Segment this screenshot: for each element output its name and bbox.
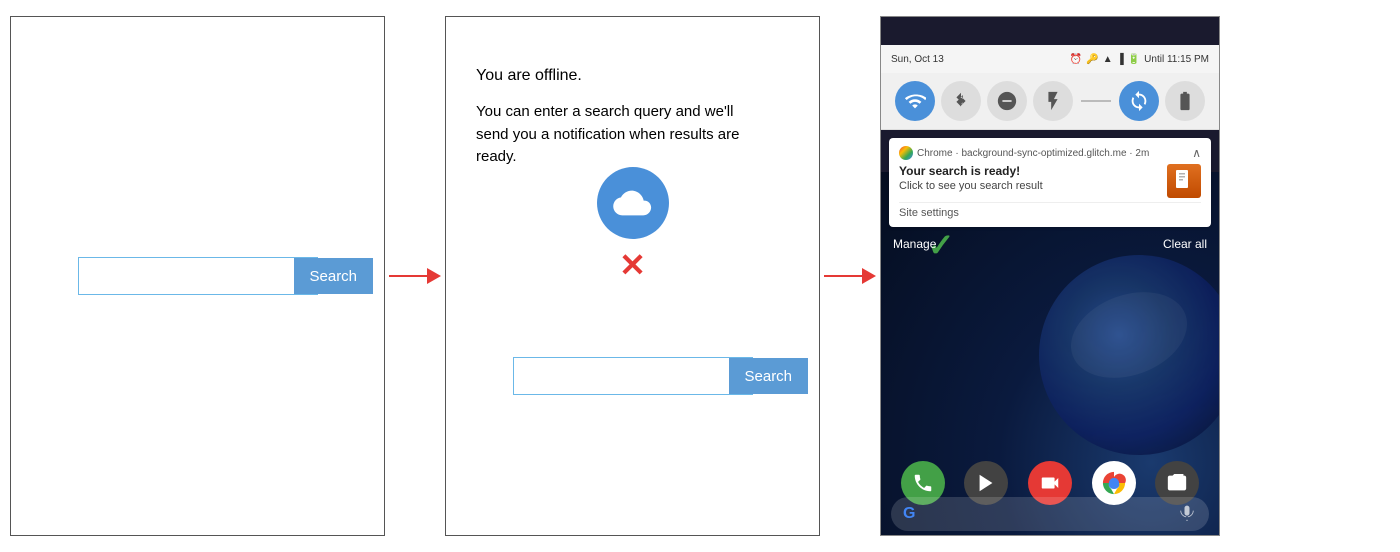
google-search-bar[interactable]: G [891, 497, 1209, 531]
search-input-1[interactable] [79, 258, 294, 294]
notif-header: Chrome · background-sync-optimized.glitc… [899, 146, 1201, 160]
panel-android: ✓ Sun, Oct 13 ⏰ 🔑 ▲ ▐ 🔋 Until 11:15 PM [880, 16, 1220, 536]
qs-sync-btn[interactable] [1119, 81, 1159, 121]
wifi-icon: ▲ [1103, 54, 1113, 65]
qs-dnd-btn[interactable] [987, 81, 1027, 121]
offline-text-block: You are offline. You can enter a search … [476, 67, 799, 169]
notif-content-row: Your search is ready! Click to see you s… [899, 164, 1201, 198]
search-bar-2: Search [513, 357, 753, 395]
notif-source: Chrome · background-sync-optimized.glitc… [917, 148, 1149, 159]
main-container: Search You are offline. You can enter a … [0, 0, 1400, 552]
arrow-shape-2 [824, 268, 876, 284]
signal-icon: ▐ [1117, 54, 1124, 65]
arrow-line-2 [824, 275, 862, 278]
notif-app-icon [1167, 164, 1201, 198]
qs-wifi-btn[interactable] [895, 81, 935, 121]
notif-text-block: Your search is ready! Click to see you s… [899, 164, 1043, 192]
arrow-head-1 [427, 268, 441, 284]
panel-offline-inner: You are offline. You can enter a search … [466, 37, 799, 515]
quick-settings-row [881, 73, 1219, 130]
google-g-letter: G [903, 505, 915, 523]
clear-all-button[interactable]: Clear all [1163, 237, 1207, 251]
status-time: Until 11:15 PM [1144, 54, 1209, 65]
qs-battery-btn[interactable] [1165, 81, 1205, 121]
notif-header-left: Chrome · background-sync-optimized.glitc… [899, 146, 1149, 160]
arrow-2 [820, 268, 880, 284]
search-input-2[interactable] [514, 358, 729, 394]
search-button-2[interactable]: Search [729, 358, 809, 394]
arrow-head-2 [862, 268, 876, 284]
qs-bluetooth-btn[interactable] [941, 81, 981, 121]
alarm-icon: ⏰ [1070, 54, 1082, 65]
cloud-icon-offline [597, 167, 669, 239]
notification-overlay: Sun, Oct 13 ⏰ 🔑 ▲ ▐ 🔋 Until 11:15 PM [881, 45, 1219, 257]
arrow-shape-1 [389, 268, 441, 284]
cloud-svg-offline [612, 189, 654, 217]
notif-body: Click to see you search result [899, 180, 1043, 192]
offline-title: You are offline. [476, 67, 799, 85]
panel-online: Search [10, 16, 385, 536]
x-mark-icon: ✕ [619, 249, 646, 281]
notification-card[interactable]: Chrome · background-sync-optimized.glitc… [889, 138, 1211, 227]
status-right: ⏰ 🔑 ▲ ▐ 🔋 Until 11:15 PM [1070, 54, 1209, 65]
panel2-search-area: Search [513, 357, 753, 395]
offline-desc: You can enter a search query and we'll s… [476, 101, 756, 169]
vpn-icon: 🔑 [1086, 54, 1098, 65]
qs-divider [1081, 100, 1111, 102]
search-bar-1: Search [78, 257, 318, 295]
arrow-1 [385, 268, 445, 284]
qs-flashlight-btn[interactable] [1033, 81, 1073, 121]
arrow-line-1 [389, 275, 427, 278]
earth-visual [1039, 255, 1220, 455]
status-date: Sun, Oct 13 [891, 54, 944, 65]
manage-row: Manage Clear all [881, 231, 1219, 257]
battery-icon: 🔋 [1128, 54, 1140, 65]
notif-chevron-icon[interactable]: ∧ [1192, 146, 1201, 160]
google-mic-icon[interactable] [1177, 504, 1197, 524]
site-settings-link[interactable]: Site settings [899, 202, 1201, 219]
panel-offline: You are offline. You can enter a search … [445, 16, 820, 536]
status-bar: Sun, Oct 13 ⏰ 🔑 ▲ ▐ 🔋 Until 11:15 PM [881, 45, 1219, 73]
manage-button[interactable]: Manage [893, 237, 936, 251]
chrome-icon [899, 146, 913, 160]
panel2-cloud-area: ✕ [597, 167, 669, 281]
notif-title: Your search is ready! [899, 164, 1043, 178]
search-button-1[interactable]: Search [294, 258, 374, 294]
